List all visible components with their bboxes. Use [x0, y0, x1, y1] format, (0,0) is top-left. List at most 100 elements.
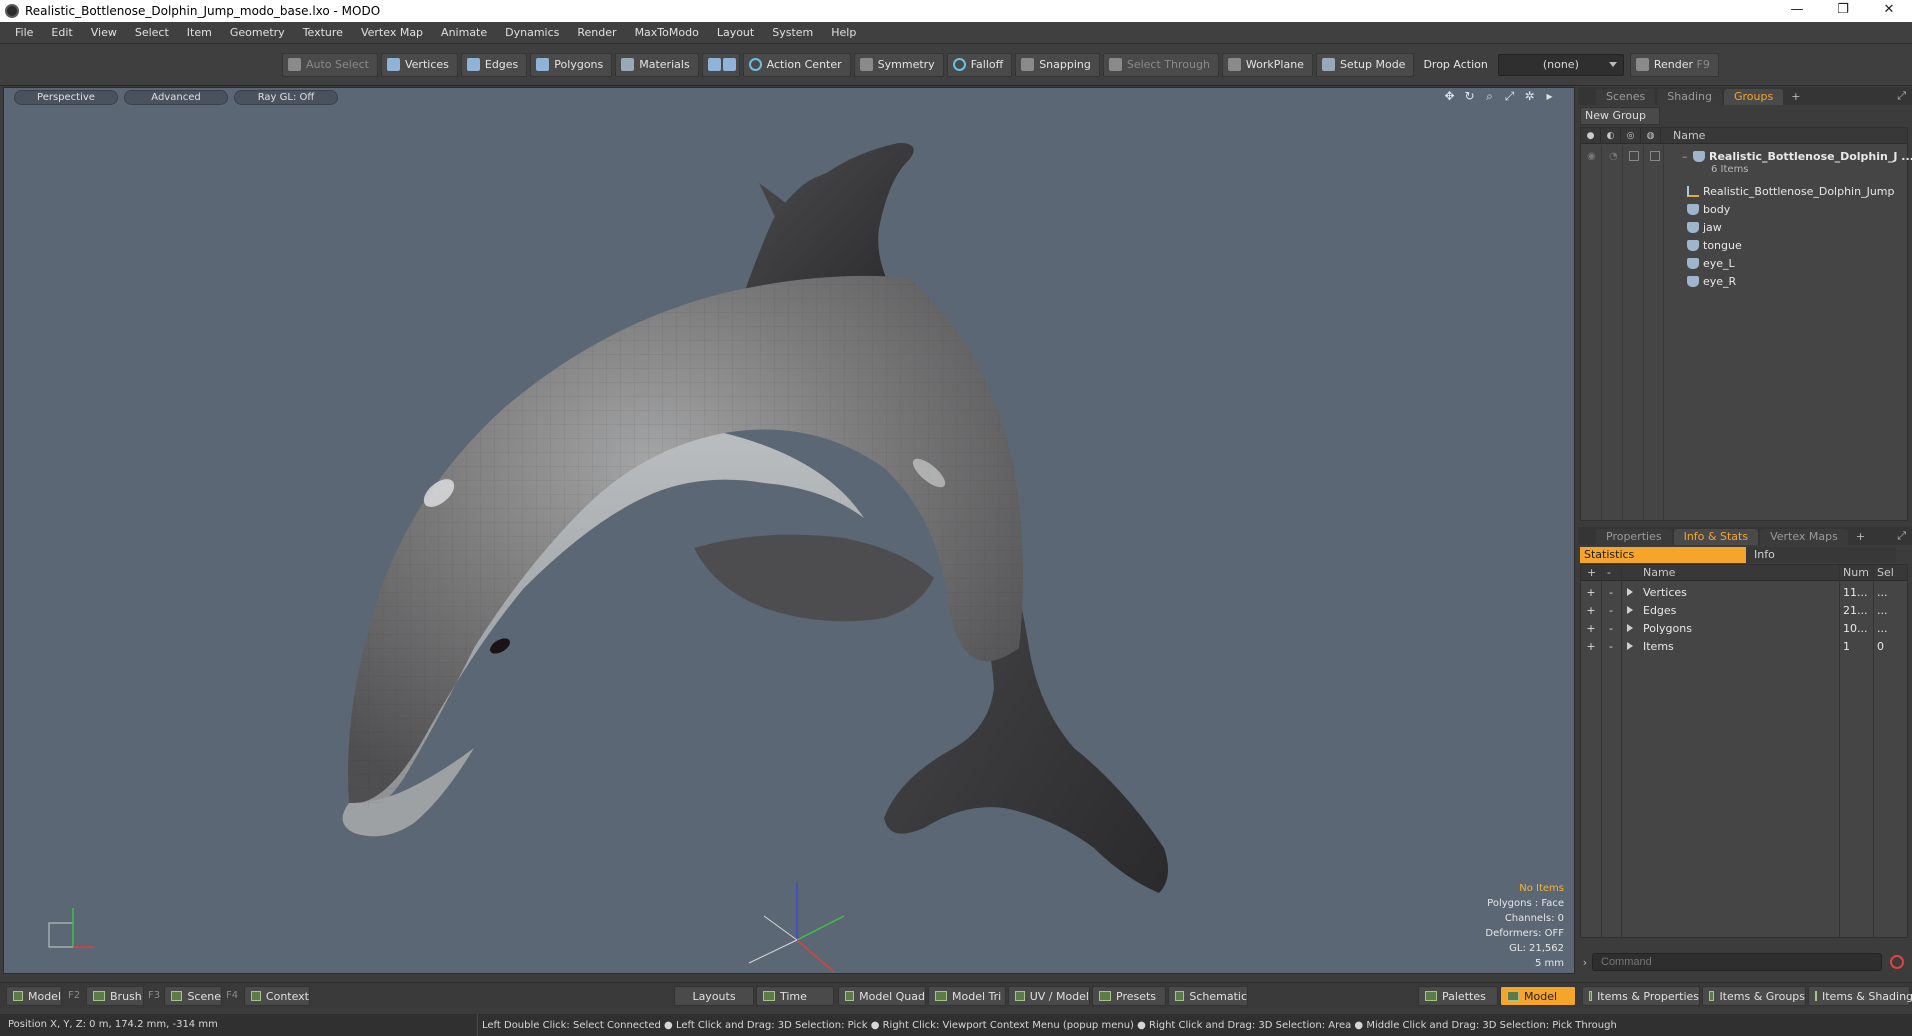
- stat-row-edges[interactable]: + - Edges 21... ...: [1581, 601, 1907, 619]
- menu-select[interactable]: Select: [126, 22, 178, 44]
- render-column-icon[interactable]: ◐: [1601, 127, 1621, 144]
- layouts-button[interactable]: Layouts: [674, 986, 754, 1006]
- tree-row-root[interactable]: ◉ ◔ – Realistic_Bottlenose_Dolphin_J ...: [1581, 147, 1912, 165]
- symmetry-button[interactable]: Symmetry: [853, 52, 944, 77]
- menu-system[interactable]: System: [763, 22, 822, 44]
- add-icon[interactable]: +: [1586, 622, 1596, 635]
- menu-edit[interactable]: Edit: [42, 22, 81, 44]
- items-groups-button[interactable]: Items & Groups: [1702, 986, 1806, 1006]
- subtab-statistics[interactable]: Statistics: [1580, 547, 1746, 563]
- visibility-column-icon[interactable]: ●: [1581, 127, 1601, 144]
- lock-column-icon[interactable]: ◎: [1621, 127, 1641, 144]
- render-toggle-icon[interactable]: ◔: [1609, 151, 1618, 162]
- subtab-info[interactable]: Info: [1746, 547, 1896, 563]
- expand-panel-icon[interactable]: ⤢: [1897, 529, 1906, 543]
- eye-icon[interactable]: ◉: [1587, 151, 1596, 162]
- raygl-toggle[interactable]: Ray GL: Off: [234, 89, 338, 105]
- maximize-icon[interactable]: ⤢: [1503, 90, 1516, 103]
- add-tab-icon[interactable]: +: [1850, 529, 1871, 545]
- model-layout-active-button[interactable]: Model: [1500, 986, 1576, 1006]
- materials-button[interactable]: Materials: [615, 52, 699, 77]
- tab-groups[interactable]: Groups: [1723, 89, 1784, 105]
- add-icon[interactable]: +: [1586, 604, 1596, 617]
- remove-icon[interactable]: -: [1606, 622, 1616, 635]
- workplane-button[interactable]: WorkPlane: [1221, 52, 1313, 77]
- pan-icon[interactable]: ✥: [1443, 90, 1456, 103]
- restore-button[interactable]: ❐: [1820, 0, 1866, 22]
- menu-vertex-map[interactable]: Vertex Map: [352, 22, 432, 44]
- render-button[interactable]: Render F9: [1629, 52, 1719, 77]
- time-button[interactable]: Time: [756, 986, 834, 1006]
- remove-icon[interactable]: -: [1606, 604, 1616, 617]
- items-properties-button[interactable]: Items & Properties: [1582, 986, 1700, 1006]
- add-icon[interactable]: +: [1586, 586, 1596, 599]
- tab-properties[interactable]: Properties: [1596, 529, 1672, 545]
- tree-row-tongue[interactable]: tongue: [1687, 236, 1907, 254]
- menu-animate[interactable]: Animate: [432, 22, 496, 44]
- tree-row-eye-l[interactable]: eye_L: [1687, 254, 1907, 272]
- expand-all-icon[interactable]: +: [1587, 566, 1596, 579]
- tab-vertex-maps[interactable]: Vertex Maps: [1760, 529, 1848, 545]
- close-button[interactable]: ✕: [1866, 0, 1912, 22]
- polygons-button[interactable]: Polygons: [530, 52, 613, 77]
- model-quad-button[interactable]: Model Quad: [838, 986, 926, 1006]
- menu-maxtomodo[interactable]: MaxToModo: [626, 22, 708, 44]
- expand-arrow-icon[interactable]: ▸: [1543, 90, 1556, 103]
- collapse-all-icon[interactable]: -: [1607, 566, 1611, 579]
- select-checkbox[interactable]: [1650, 151, 1660, 161]
- palettes-button[interactable]: Palettes: [1418, 986, 1498, 1006]
- rotate-icon[interactable]: ↻: [1463, 90, 1476, 103]
- expand-panel-icon[interactable]: ⤢: [1897, 89, 1906, 103]
- zoom-icon[interactable]: ⌕: [1483, 90, 1496, 103]
- lock-checkbox[interactable]: [1629, 151, 1639, 161]
- tab-info-stats[interactable]: Info & Stats: [1673, 529, 1759, 545]
- select-column-icon[interactable]: ◍: [1641, 127, 1661, 144]
- minimize-button[interactable]: —: [1774, 0, 1820, 22]
- menu-layout[interactable]: Layout: [708, 22, 763, 44]
- tab-scenes[interactable]: Scenes: [1596, 89, 1656, 105]
- setup-mode-button[interactable]: Setup Mode: [1315, 52, 1415, 77]
- stat-row-polygons[interactable]: + - Polygons 10... ...: [1581, 619, 1907, 637]
- menu-dynamics[interactable]: Dynamics: [496, 22, 568, 44]
- action-center-button[interactable]: Action Center: [742, 52, 851, 77]
- remove-icon[interactable]: -: [1606, 640, 1616, 653]
- menu-texture[interactable]: Texture: [294, 22, 352, 44]
- item-mode-button[interactable]: [701, 52, 740, 77]
- tree-row-eye-r[interactable]: eye_R: [1687, 272, 1907, 290]
- context-tab-button[interactable]: Context: [244, 986, 310, 1006]
- menu-file[interactable]: File: [6, 22, 42, 44]
- new-group-button[interactable]: New Group: [1580, 107, 1660, 125]
- menu-item[interactable]: Item: [178, 22, 221, 44]
- select-through-button[interactable]: Select Through: [1102, 52, 1219, 77]
- collapse-icon[interactable]: –: [1682, 150, 1688, 163]
- shading-dropdown[interactable]: Advanced: [124, 89, 228, 105]
- uv-model-button[interactable]: UV / Model: [1008, 986, 1090, 1006]
- menu-view[interactable]: View: [82, 22, 126, 44]
- stat-row-vertices[interactable]: + - Vertices 11... ...: [1581, 583, 1907, 601]
- brush-tab-button[interactable]: Brush: [86, 986, 144, 1006]
- tab-shading[interactable]: Shading: [1657, 89, 1722, 105]
- gear-icon[interactable]: ✲: [1523, 90, 1536, 103]
- vertices-button[interactable]: Vertices: [380, 52, 458, 77]
- drop-action-select[interactable]: (none): [1497, 53, 1624, 76]
- falloff-button[interactable]: Falloff: [946, 52, 1013, 77]
- snapping-button[interactable]: Snapping: [1015, 52, 1100, 77]
- model-tab-button[interactable]: Model: [6, 986, 62, 1006]
- auto-select-button[interactable]: Auto Select: [282, 52, 378, 77]
- schematic-button[interactable]: Schematic: [1168, 986, 1248, 1006]
- command-input[interactable]: [1592, 953, 1882, 971]
- expand-triangle-icon[interactable]: [1627, 606, 1633, 614]
- menu-geometry[interactable]: Geometry: [221, 22, 294, 44]
- add-icon[interactable]: +: [1586, 640, 1596, 653]
- expand-triangle-icon[interactable]: [1627, 588, 1633, 596]
- model-tri-button[interactable]: Model Tri: [928, 986, 1006, 1006]
- expand-triangle-icon[interactable]: [1627, 624, 1633, 632]
- record-icon[interactable]: [1890, 955, 1904, 969]
- expand-triangle-icon[interactable]: [1627, 642, 1633, 650]
- menu-render[interactable]: Render: [568, 22, 625, 44]
- tree-row-body[interactable]: body: [1687, 200, 1907, 218]
- edges-button[interactable]: Edges: [460, 52, 528, 77]
- tree-row-locator[interactable]: Realistic_Bottlenose_Dolphin_Jump: [1687, 182, 1907, 200]
- tree-row-jaw[interactable]: jaw: [1687, 218, 1907, 236]
- items-shading-button[interactable]: Items & Shading: [1808, 986, 1912, 1006]
